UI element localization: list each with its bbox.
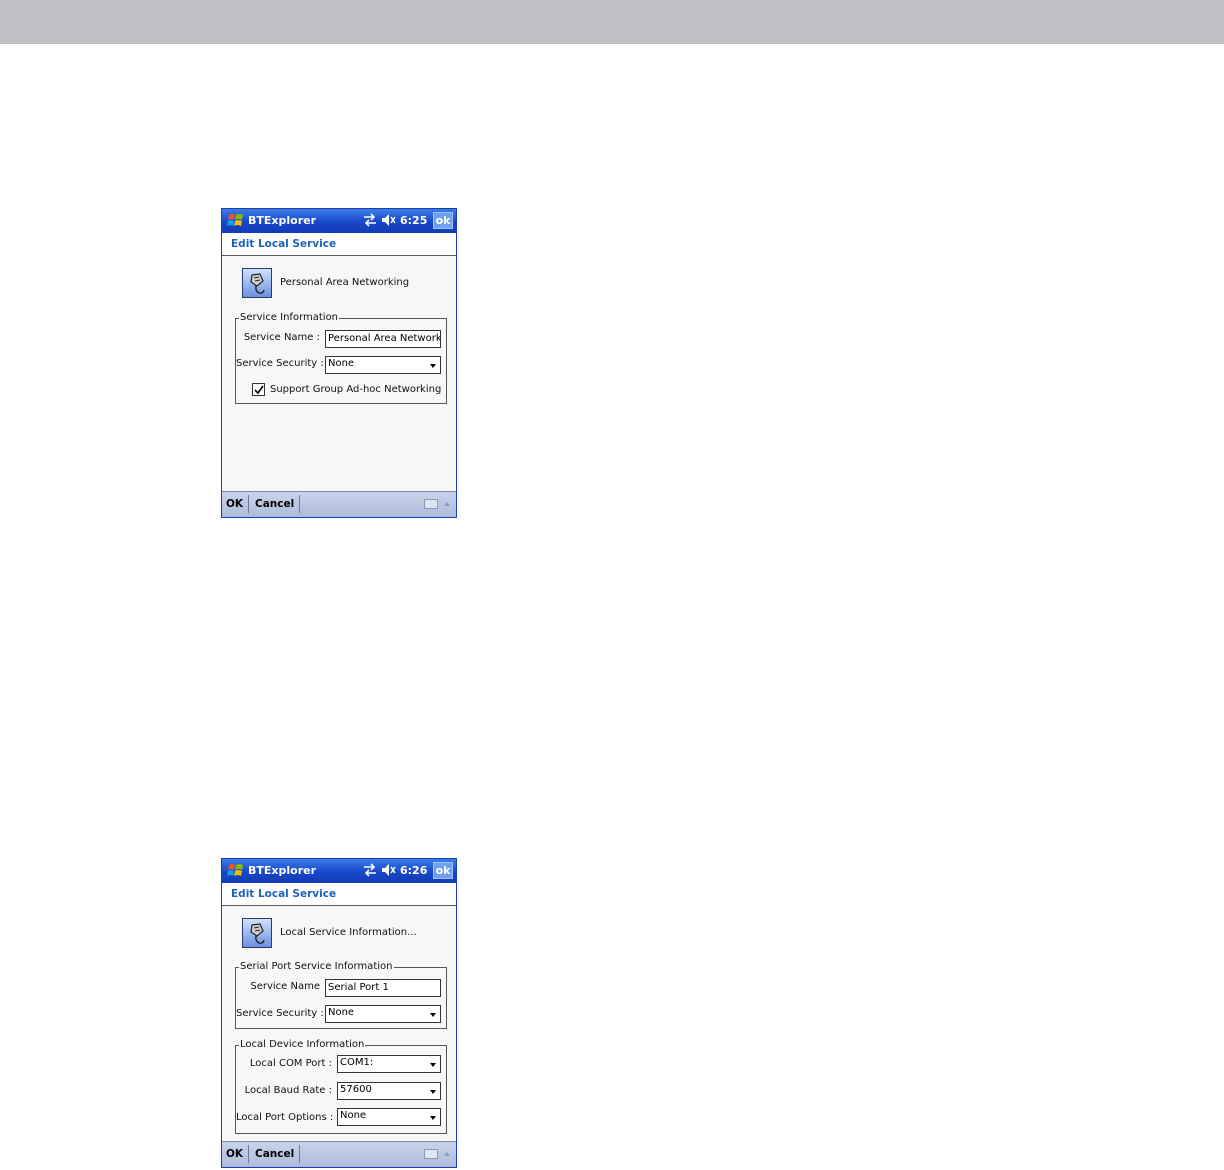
serial-port-service-group: Serial Port Service Information Service …	[235, 961, 447, 1029]
menu-bar: OK Cancel	[222, 1141, 456, 1167]
service-name-input[interactable]: Personal Area Network	[325, 330, 441, 348]
dropdown-arrow-icon	[430, 1013, 436, 1017]
speaker-muted-icon[interactable]	[381, 213, 397, 227]
service-security-label: Service Security :	[236, 1008, 324, 1019]
windows-start-icon[interactable]	[227, 212, 244, 229]
dropdown-arrow-icon	[430, 364, 436, 368]
menu-separator	[248, 495, 249, 513]
windows-start-icon[interactable]	[227, 862, 244, 879]
page-header: Edit Local Service	[222, 883, 456, 906]
service-type-label: Local Service Information...	[280, 927, 417, 938]
local-com-port-label: Local COM Port :	[249, 1058, 332, 1069]
speaker-muted-icon[interactable]	[381, 863, 397, 877]
service-name-label: Service Name	[250, 981, 320, 992]
service-security-dropdown[interactable]: None	[325, 1005, 441, 1023]
support-group-adhoc-checkbox[interactable]	[252, 383, 265, 396]
dropdown-arrow-icon	[430, 1063, 436, 1067]
content-area: Personal Area Networking Service Informa…	[224, 256, 454, 493]
keyboard-icon[interactable]	[424, 499, 438, 509]
clock-time: 6:26	[400, 864, 428, 877]
local-com-port-dropdown[interactable]: COM1:	[337, 1055, 441, 1073]
menu-separator	[299, 495, 300, 513]
menu-separator	[248, 1145, 249, 1163]
service-name-label: Service Name :	[243, 332, 320, 343]
ok-menu-button[interactable]: OK	[226, 498, 243, 510]
service-type-label: Personal Area Networking	[280, 277, 410, 288]
cancel-menu-button[interactable]: Cancel	[255, 498, 294, 510]
service-security-value: None	[328, 358, 355, 369]
input-panel-arrow-icon[interactable]	[444, 1152, 450, 1156]
connectivity-icon[interactable]	[363, 863, 377, 877]
dropdown-arrow-icon	[430, 1116, 436, 1120]
connectivity-icon[interactable]	[363, 213, 377, 227]
service-security-dropdown[interactable]: None	[325, 356, 441, 374]
group-legend: Service Information	[239, 312, 340, 323]
pda-screen-serial-port: BTExplorer 6:26 ok Edit Local Service Lo…	[221, 858, 457, 1168]
app-title: BTExplorer	[248, 864, 317, 877]
input-panel-arrow-icon[interactable]	[444, 502, 450, 506]
local-device-information-group: Local Device Information Local COM Port …	[235, 1039, 447, 1134]
menu-separator	[299, 1145, 300, 1163]
service-plug-icon	[242, 918, 272, 948]
ok-button[interactable]: ok	[433, 862, 453, 879]
title-bar: BTExplorer 6:26 ok	[222, 859, 456, 883]
group-legend: Local Device Information	[239, 1039, 366, 1050]
cancel-menu-button[interactable]: Cancel	[255, 1148, 294, 1160]
service-security-value: None	[328, 1007, 355, 1018]
checkmark-icon	[254, 385, 264, 395]
local-baud-rate-label: Local Baud Rate :	[244, 1085, 332, 1096]
page-title: Edit Local Service	[231, 888, 337, 900]
local-port-options-value: None	[340, 1110, 367, 1121]
pda-screen-personal-area-networking: BTExplorer 6:25 ok Edit Local Service Pe…	[221, 208, 457, 518]
ok-menu-button[interactable]: OK	[226, 1148, 243, 1160]
service-information-group: Service Information Service Name : Perso…	[235, 312, 447, 404]
app-title: BTExplorer	[248, 214, 317, 227]
service-security-label: Service Security :	[236, 358, 324, 369]
local-port-options-dropdown[interactable]: None	[337, 1108, 441, 1126]
local-baud-rate-dropdown[interactable]: 57600	[337, 1082, 441, 1100]
group-legend: Serial Port Service Information	[239, 961, 394, 972]
title-bar: BTExplorer 6:25 ok	[222, 209, 456, 233]
dropdown-arrow-icon	[430, 1090, 436, 1094]
ok-button[interactable]: ok	[433, 212, 453, 229]
keyboard-icon[interactable]	[424, 1149, 438, 1159]
clock-time: 6:25	[400, 214, 428, 227]
local-baud-rate-value: 57600	[340, 1084, 372, 1095]
service-plug-icon	[242, 268, 272, 298]
service-name-input[interactable]: Serial Port 1	[325, 979, 441, 997]
page-title: Edit Local Service	[231, 238, 337, 250]
page-header: Edit Local Service	[222, 233, 456, 256]
content-area: Local Service Information... Serial Port…	[224, 906, 454, 1165]
page-top-band	[0, 0, 1224, 44]
menu-bar: OK Cancel	[222, 491, 456, 517]
support-group-adhoc-label[interactable]: Support Group Ad-hoc Networking	[270, 384, 441, 395]
local-com-port-value: COM1:	[340, 1057, 374, 1068]
local-port-options-label: Local Port Options :	[236, 1112, 334, 1123]
